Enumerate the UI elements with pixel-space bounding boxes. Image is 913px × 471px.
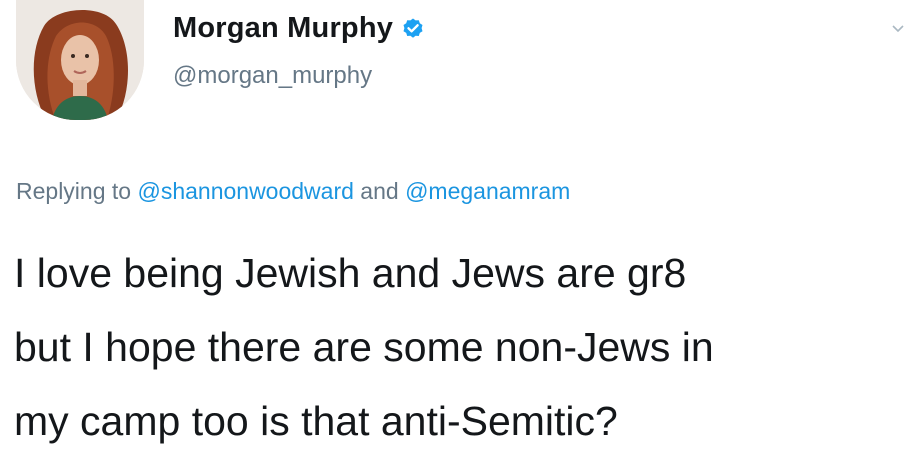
tweet-text-line: my camp too is that anti-Semitic?	[14, 398, 618, 444]
author-handle[interactable]: @morgan_murphy	[173, 62, 372, 90]
tweet-text: I love being Jewish and Jews are gr8 but…	[14, 236, 904, 458]
mention-link[interactable]: @shannonwoodward	[137, 178, 353, 204]
display-name[interactable]: Morgan Murphy	[173, 12, 393, 45]
replying-to: Replying to @shannonwoodward and @megana…	[16, 178, 570, 205]
avatar-image	[16, 0, 144, 120]
tweet-card: Morgan Murphy @morgan_murphy Replying to…	[0, 0, 913, 471]
chevron-down-icon[interactable]	[891, 22, 905, 36]
tweet-text-line: but I hope there are some non-Jews in	[14, 324, 714, 370]
replying-to-label: Replying to	[16, 178, 132, 204]
author-name-row: Morgan Murphy	[173, 12, 425, 45]
verified-badge-icon	[403, 18, 423, 38]
mention-link[interactable]: @meganamram	[405, 178, 570, 204]
tweet-text-line: I love being Jewish and Jews are gr8	[14, 250, 687, 296]
avatar[interactable]	[16, 0, 144, 120]
replying-to-conjunction: and	[360, 178, 399, 204]
